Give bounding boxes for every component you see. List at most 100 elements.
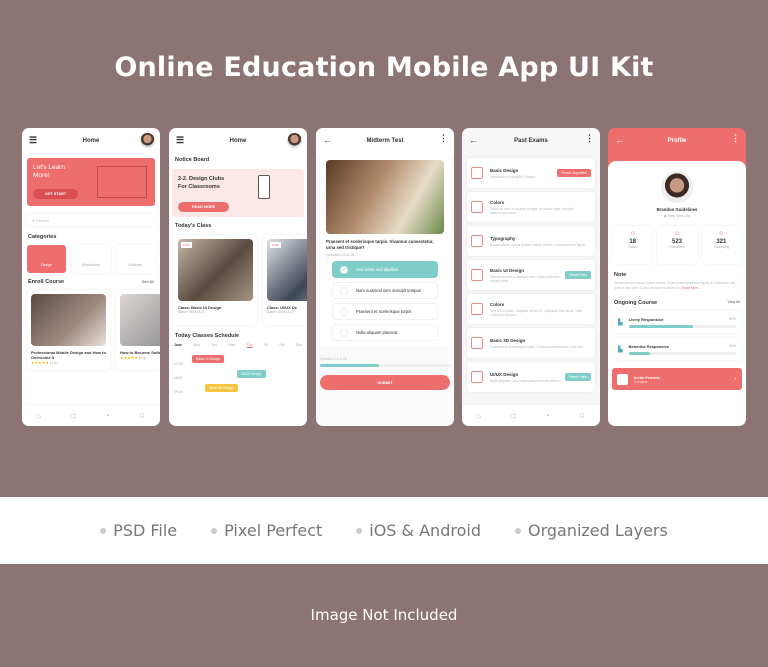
exam-icon [471,337,483,349]
bell-icon[interactable]: ◔ [105,411,110,420]
feature-item: iOS & Android [369,521,481,540]
profile-name: Brandon Guidelines [656,207,698,212]
course-image [120,294,160,346]
header-title: Home [229,138,247,144]
bell-icon[interactable]: ◔ [545,411,550,420]
exam-item[interactable]: UI/UX Design Nulla aliquam, nec malesuada… [467,362,595,392]
header-title: Midterm Test [366,138,404,144]
home-icon[interactable]: ⌂ [476,411,481,420]
chat-icon[interactable]: ▭ [509,411,517,420]
more-icon[interactable]: ⋮ [731,134,740,143]
course-progress [628,351,651,355]
course-card[interactable]: Professional Mobile Design and How to Ov… [27,290,110,370]
search-input[interactable]: ⚲ Search [27,214,155,226]
schedule-day[interactable]: Sun [296,343,302,347]
result-badge[interactable]: Result View [565,271,591,279]
screen-past-exams: ← Past Exams ⋮ Basic Design Introduction to… [462,128,600,426]
notice-title: Notice Board [175,157,210,163]
screen-midterm-test: ← Midterm Test ⋮ Praesent et scelerisque t… [316,128,454,426]
schedule-title: Today Classes Schedule [175,333,240,339]
footer-note: Image Not Included [310,606,458,624]
header-title: Profile [667,138,687,144]
schedule-event[interactable]: Basic 3D Design [205,384,239,392]
exam-icon [471,235,483,247]
invite-friends-button[interactable]: Invite Friends Complete › [612,368,742,390]
course-card[interactable]: How to Become Software Devel ★★★★★ (4.5) [116,290,160,370]
question-text: Praesent et scelerisque turpis. Vivamus … [326,239,434,250]
category-illustrations[interactable]: Illustrations [71,245,111,273]
class-card[interactable]: LIVE Class: UI/UX De Batch: 60M (3.0) [263,235,307,325]
ongoing-course[interactable]: ▙ Lively Responsive 60% [613,311,741,333]
features-strip: PSD File Pixel Perfect iOS & Android Org… [0,497,768,564]
see-all-link[interactable]: See All [142,279,154,285]
exam-item[interactable]: Colors Etiam ac nibh a volutpat semper et… [467,192,595,222]
phone-illustration [258,175,270,199]
radio-icon [340,328,348,337]
radio-icon [340,307,348,316]
avatar[interactable] [140,133,155,148]
result-badge[interactable]: Result Unpublish [557,169,591,177]
back-arrow-icon[interactable]: ← [615,136,624,145]
exam-item[interactable]: Basic Design Introduction to graphic Desi… [467,158,595,188]
progress-bar [320,364,450,367]
user-icon[interactable]: ☺ [138,411,146,420]
user-icon[interactable]: ☺ [578,411,586,420]
menu-icon[interactable]: ☰ [29,136,37,145]
exam-item[interactable]: Basic 3D Design Praesent et scelerisque t… [467,328,595,358]
avatar[interactable] [287,133,302,148]
schedule-day[interactable]: Thu [247,343,253,347]
schedule-day[interactable]: June [174,343,182,347]
ongoing-course[interactable]: ▙ Benedict Responsive 32% [613,338,741,360]
schedule-event[interactable]: UI/UX Design [237,370,266,378]
view-all-link[interactable]: View All [727,300,740,306]
category-software[interactable]: Software [115,245,155,273]
exam-item[interactable]: Colors Sed tortor lorem, dapibus vel leo … [467,294,595,324]
exam-item[interactable]: Typography Suspendisse cursus dictum vari… [467,226,595,256]
feature-item: Pixel Perfect [224,521,323,540]
feature-item: Organized Layers [527,521,668,540]
submit-button[interactable]: SUBMIT [320,375,450,390]
radio-icon [340,286,348,295]
schedule-event[interactable]: Basic UI Design [192,355,225,363]
get-start-button[interactable]: GET START [33,189,79,199]
page-title: Online Education Mobile App UI Kit [114,52,654,83]
screen-profile: ← Profile ⋮ Brandon Guidelines ◉ New York … [608,128,746,426]
schedule-day[interactable]: Tue [211,343,217,347]
answer-option[interactable]: Praesent et scelerisque turpis [332,303,438,320]
class-card[interactable]: LIVE Class: Basic UI Design Batch: 60M (… [174,235,257,325]
read-more-link[interactable]: Read More... [682,286,702,290]
schedule-day[interactable]: Sat [279,343,284,347]
courses-list: Professional Mobile Design and How to Ov… [27,290,160,370]
read-more-button[interactable]: READ MORE [178,202,230,212]
schedule-time: 08:00 [174,376,183,380]
exam-item[interactable]: Basic UI Design Maecenas non commodo sem.… [467,260,595,290]
back-arrow-icon[interactable]: ← [469,136,478,145]
exam-icon [471,167,483,179]
profile-avatar [661,171,693,203]
chat-icon[interactable]: ▭ [69,411,77,420]
exam-list: Basic Design Introduction to graphic Desi… [462,158,600,392]
schedule-day[interactable]: Mon [193,343,200,347]
category-design[interactable]: Design [27,245,67,273]
header-title: Past Exams [514,138,548,144]
classroom-illustration [97,166,147,198]
back-arrow-icon[interactable]: ← [323,136,332,145]
exam-icon [471,201,483,213]
more-icon[interactable]: ⋮ [439,134,448,143]
answer-option[interactable]: ✓ Sed tortor and dapibus [332,261,438,278]
answer-option[interactable]: Nam euismod sem suscipit tempus [332,282,438,299]
menu-icon[interactable]: ☰ [176,136,184,145]
promo-banner: Let's Learn More! GET START [27,158,155,206]
feature-item: PSD File [113,521,178,540]
screen-home: ☰ Home Let's Learn More! GET START ⚲ Sear… [22,128,160,426]
answer-option[interactable]: Nulla aliquam placerat [332,324,438,341]
bottom-nav: ⌂ ▭ ◔ ☺ [462,404,600,426]
more-icon[interactable]: ⋮ [585,134,594,143]
radio-icon: ✓ [340,265,348,274]
result-badge[interactable]: Result View [565,373,591,381]
schedule-day[interactable]: Wed [228,343,235,347]
home-icon[interactable]: ⌂ [36,411,41,420]
stat-icon: ☺ [673,231,681,237]
exam-icon [471,303,483,315]
schedule-day[interactable]: Fri [264,343,268,347]
